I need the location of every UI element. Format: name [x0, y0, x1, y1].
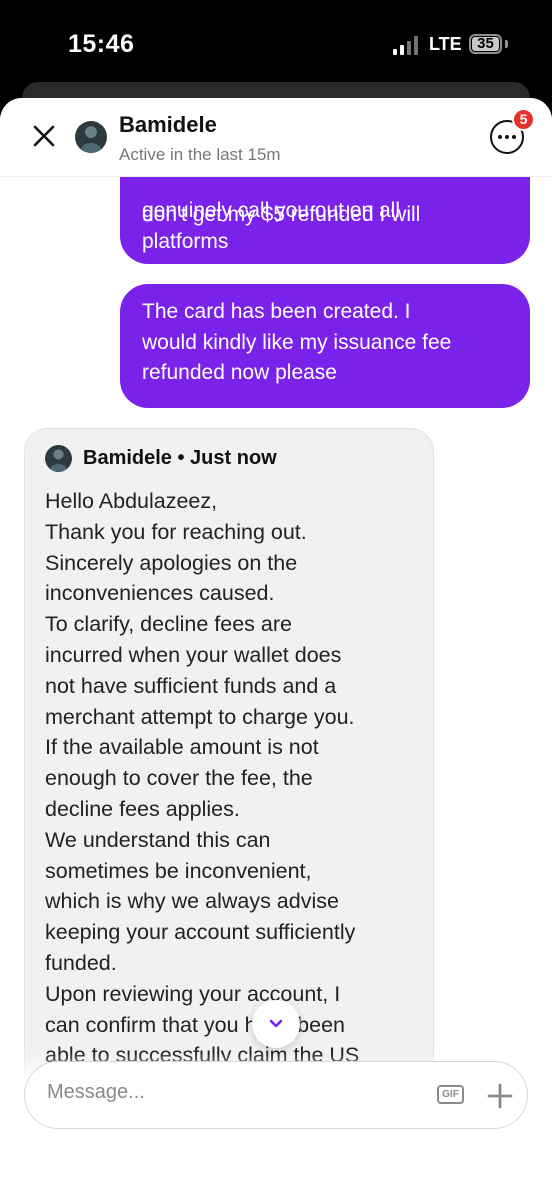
outgoing-message[interactable]: The card has been created. I would kindl… — [120, 284, 530, 408]
message-line: Thank you for reaching out. — [45, 519, 307, 544]
add-attachment-button[interactable] — [486, 1082, 514, 1110]
message-composer: GIF — [24, 1061, 528, 1129]
message-body: Hello Abdulazeez, Thank you for reaching… — [45, 486, 420, 1071]
status-bar: 15:46 LTE 35 — [0, 0, 552, 92]
message-line: inconveniences caused. — [45, 581, 275, 606]
clipped-message-line: don't get my $5 refunded I will — [142, 203, 421, 226]
close-button[interactable] — [26, 118, 62, 154]
sender-label: Bamidele • Just now — [83, 447, 277, 469]
status-time: 15:46 — [68, 30, 135, 58]
message-line: Hello Abdulazeez, — [45, 489, 218, 513]
message-line: Upon reviewing your account, I — [45, 981, 341, 1006]
chevron-down-icon — [269, 1019, 283, 1028]
message-line: platforms — [142, 229, 229, 253]
sender-avatar — [45, 445, 72, 472]
contact-name[interactable]: Bamidele — [119, 112, 217, 138]
message-line: refunded now please — [142, 361, 337, 384]
message-line: not have sufficient funds and a — [45, 673, 337, 698]
battery-level: 35 — [477, 35, 494, 52]
close-icon — [33, 125, 55, 147]
message-line: keeping your account sufficiently — [45, 920, 356, 945]
signal-icon — [393, 35, 419, 55]
message-line: merchant attempt to charge you. — [45, 704, 355, 729]
message-line: Sincerely apologies on the — [45, 550, 298, 575]
battery-icon: 35 — [469, 34, 502, 54]
message-line: If the available amount is not — [45, 735, 319, 760]
message-line: To clarify, decline fees are — [45, 612, 292, 637]
message-line: can confirm that you have been — [45, 1012, 345, 1037]
message-line: We understand this can — [45, 827, 271, 852]
chat-sheet: Bamidele Active in the last 15m 5 don't … — [0, 98, 552, 1200]
avatar[interactable] — [75, 121, 107, 153]
gif-button[interactable]: GIF — [437, 1085, 464, 1104]
network-label: LTE — [429, 34, 462, 54]
message-line: decline fees applies. — [45, 796, 240, 821]
message-line: sometimes be inconvenient, — [45, 858, 312, 883]
message-line: enough to cover the fee, the — [45, 766, 313, 791]
message-line: incurred when your wallet does — [45, 642, 342, 667]
message-input[interactable] — [45, 1080, 409, 1105]
battery-tip — [505, 40, 508, 48]
message-line: which is why we always advise — [45, 889, 339, 914]
scroll-to-bottom-button[interactable] — [252, 1000, 300, 1048]
contact-status: Active in the last 15m — [119, 145, 281, 164]
message-line: would kindly like my issuance fee — [142, 330, 452, 354]
chat-header: Bamidele Active in the last 15m 5 — [0, 98, 552, 177]
plus-icon — [487, 1083, 513, 1109]
notification-badge: 5 — [512, 108, 535, 131]
message-line: funded. — [45, 950, 117, 975]
message-line: The card has been created. I — [142, 300, 411, 323]
